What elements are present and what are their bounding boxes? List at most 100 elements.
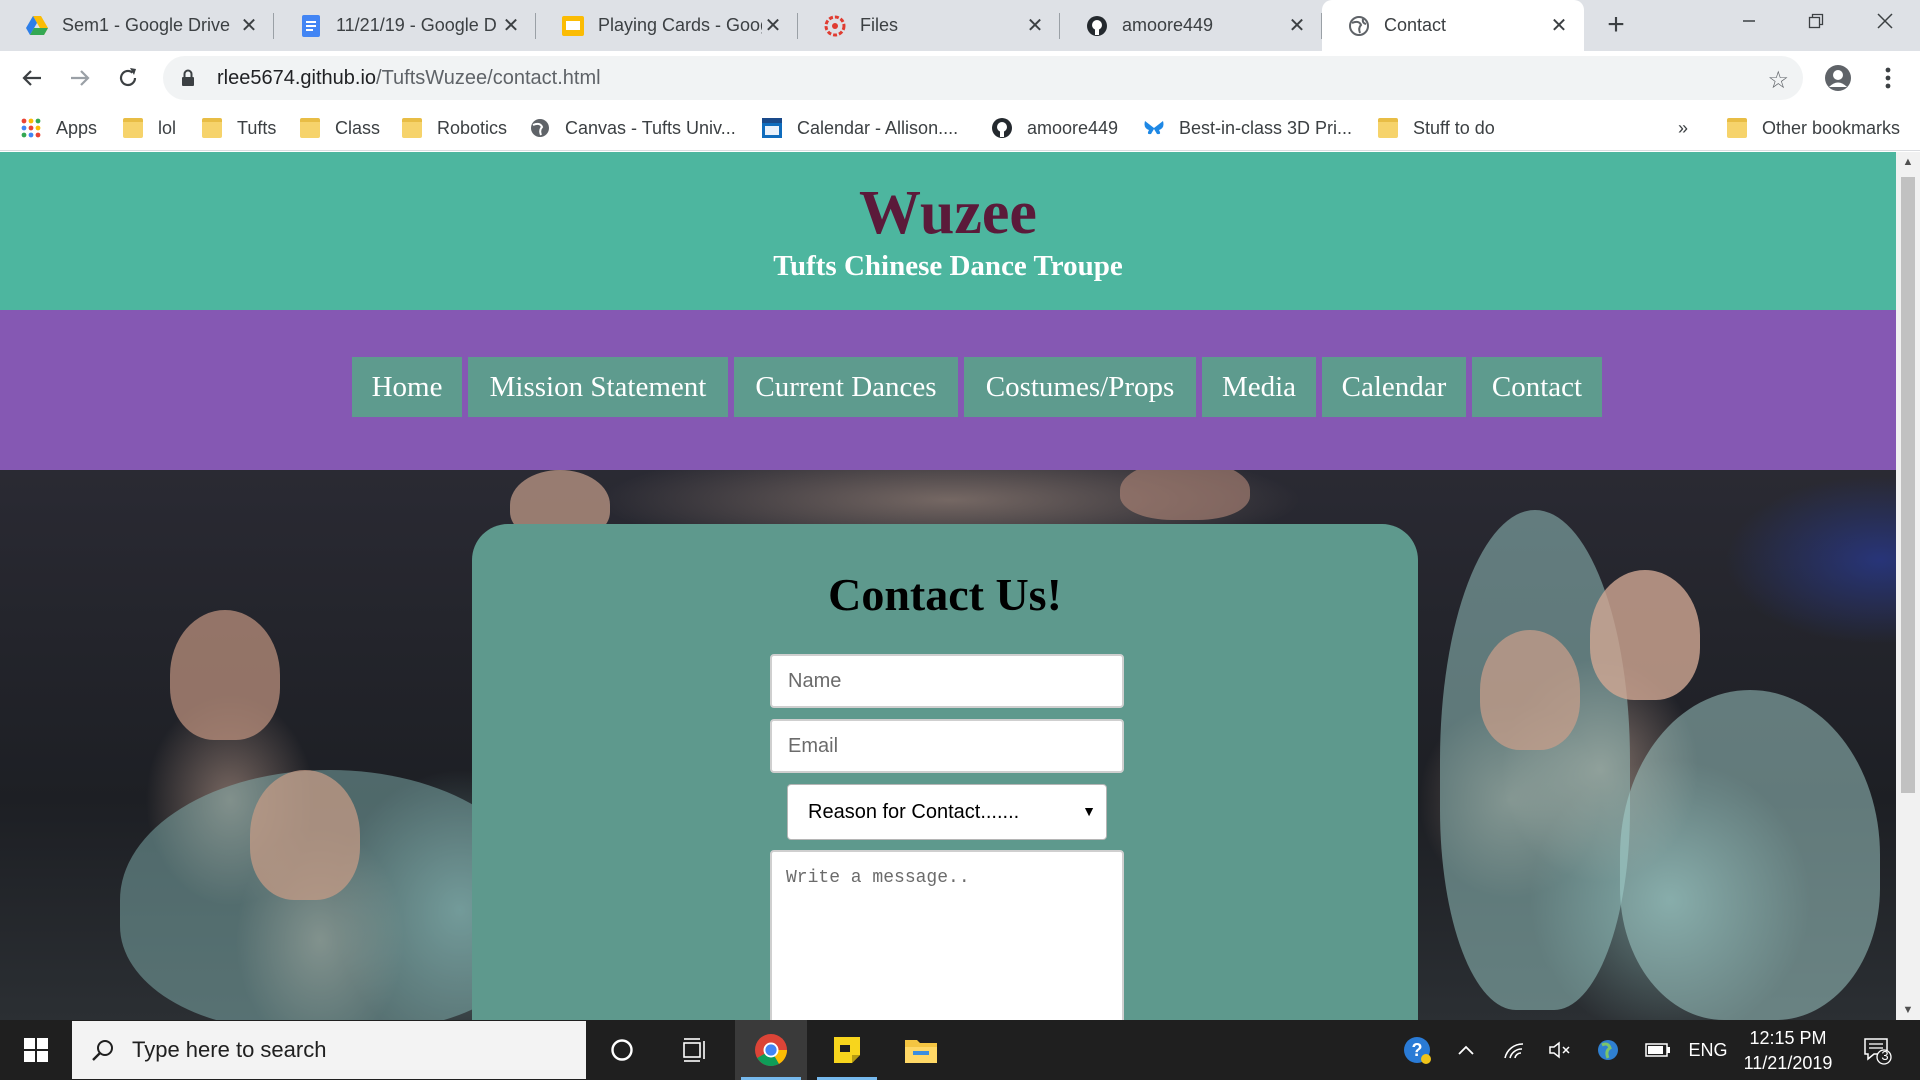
dancer-figure [1590, 570, 1700, 700]
calendar-icon [761, 117, 783, 139]
taskbar-search-box[interactable]: Type here to search [72, 1021, 586, 1079]
bookmark-label: Stuff to do [1413, 117, 1495, 138]
scroll-up-arrow-icon[interactable]: ▲ [1896, 152, 1920, 172]
chrome-taskbar-icon[interactable] [735, 1020, 807, 1080]
help-tray-icon[interactable]: ? [1396, 1020, 1438, 1080]
wifi-icon[interactable] [1494, 1020, 1534, 1080]
files-icon [824, 15, 846, 37]
tab-title: Playing Cards - Goog [598, 15, 762, 35]
nav-media[interactable]: Media [1202, 357, 1316, 417]
nav-current-dances[interactable]: Current Dances [734, 357, 958, 417]
bookmark-folder-lol[interactable]: lol [122, 105, 176, 151]
close-icon[interactable]: ✕ [1024, 13, 1046, 38]
other-bookmarks[interactable]: Other bookmarks [1726, 105, 1900, 151]
tab-github[interactable]: amoore449 ✕ [1060, 0, 1322, 51]
dancer-figure [1480, 630, 1580, 750]
windows-start-icon[interactable] [0, 1020, 72, 1080]
tab-title: Contact [1384, 15, 1447, 35]
reload-icon[interactable] [110, 60, 146, 96]
search-icon [92, 1039, 114, 1061]
close-icon[interactable]: ✕ [1286, 13, 1308, 38]
volume-muted-icon[interactable] [1540, 1020, 1580, 1080]
bookmarks-bar: Apps lol Tufts Class Robotics Canvas - T… [0, 105, 1920, 151]
page-scrollbar[interactable]: ▲ ▼ [1896, 152, 1920, 1020]
bookmark-folder-tufts[interactable]: Tufts [201, 105, 276, 151]
task-view-icon[interactable] [659, 1020, 731, 1080]
reason-select[interactable]: Reason for Contact....... ▼ [787, 784, 1107, 840]
back-icon[interactable] [14, 60, 50, 96]
notifications-icon[interactable]: 3 [1852, 1020, 1902, 1080]
folder-icon [122, 117, 144, 139]
profile-avatar-icon[interactable] [1820, 60, 1856, 96]
web-page: Wuzee Tufts Chinese Dance Troupe Home Mi… [0, 152, 1896, 1020]
minimize-button[interactable] [1716, 0, 1782, 42]
scroll-thumb[interactable] [1901, 177, 1915, 793]
nav-calendar[interactable]: Calendar [1322, 357, 1466, 417]
bookmark-label: lol [158, 117, 177, 138]
bookmark-label: Tufts [237, 117, 277, 138]
close-window-button[interactable] [1852, 0, 1918, 42]
bookmark-3d-printing[interactable]: Best-in-class 3D Pri... [1143, 105, 1352, 151]
bookmarks-overflow-button[interactable]: » [1678, 105, 1688, 151]
tab-google-docs[interactable]: 11/21/19 - Google D ✕ [274, 0, 536, 51]
taskbar-clock[interactable]: 12:15 PM 11/21/2019 [1728, 1026, 1848, 1076]
site-tagline: Tufts Chinese Dance Troupe [773, 250, 1123, 282]
dancer-figure [250, 770, 360, 900]
github-icon [1086, 15, 1108, 37]
network-globe-icon[interactable] [1588, 1020, 1628, 1080]
url-path: /TuftsWuzee/contact.html [376, 66, 601, 89]
notification-count-badge: 3 [1881, 1048, 1889, 1063]
url-text: rlee5674.github.io/TuftsWuzee/contact.ht… [217, 67, 601, 90]
folder-icon [299, 117, 321, 139]
site-logo-title[interactable]: Wuzee [0, 178, 1896, 249]
email-input[interactable]: Email [770, 719, 1124, 773]
tab-google-drive[interactable]: Sem1 - Google Drive ✕ [0, 0, 274, 51]
github-icon [991, 117, 1013, 139]
nav-mission-statement[interactable]: Mission Statement [468, 357, 728, 417]
tab-title: amoore449 [1122, 15, 1214, 35]
bookmark-folder-stuff-to-do[interactable]: Stuff to do [1377, 105, 1495, 151]
address-bar[interactable]: rlee5674.github.io/TuftsWuzee/contact.ht… [163, 56, 1803, 100]
windows-taskbar: Type here to search ? ENG 12:15 PM 11/21… [0, 1020, 1920, 1080]
close-icon[interactable]: ✕ [238, 13, 260, 38]
sticky-notes-icon[interactable] [811, 1020, 883, 1080]
cortana-icon[interactable] [586, 1020, 658, 1080]
bookmark-label: Other bookmarks [1762, 117, 1901, 138]
bookmark-star-icon[interactable]: ☆ [1767, 66, 1789, 95]
name-input[interactable]: Name [770, 654, 1124, 708]
dancer-figure [1440, 510, 1630, 1010]
clock-date: 11/21/2019 [1743, 1053, 1833, 1073]
google-drive-icon [26, 15, 48, 37]
close-icon[interactable]: ✕ [500, 13, 522, 38]
chevron-up-icon[interactable] [1446, 1020, 1486, 1080]
scroll-down-arrow-icon[interactable]: ▼ [1896, 1000, 1920, 1020]
restore-button[interactable] [1783, 0, 1849, 42]
message-textarea[interactable]: Write a message.. [770, 850, 1124, 1020]
bookmark-label: Calendar - Allison.... [797, 117, 959, 138]
bookmark-canvas[interactable]: Canvas - Tufts Univ... [529, 105, 736, 151]
nav-home[interactable]: Home [352, 357, 462, 417]
tab-google-slides[interactable]: Playing Cards - Goog ✕ [536, 0, 798, 51]
new-tab-button[interactable]: + [1598, 8, 1634, 44]
bookmark-folder-class[interactable]: Class [299, 105, 380, 151]
forward-icon[interactable] [62, 60, 98, 96]
close-icon[interactable]: ✕ [1548, 13, 1570, 38]
nav-costumes-props[interactable]: Costumes/Props [964, 357, 1196, 417]
tab-files[interactable]: Files ✕ [798, 0, 1060, 51]
bookmark-folder-robotics[interactable]: Robotics [401, 105, 507, 151]
dancer-figure [1120, 470, 1250, 520]
dancer-figure [1620, 690, 1880, 1020]
clock-time: 12:15 PM [1749, 1028, 1827, 1048]
battery-icon[interactable] [1636, 1020, 1680, 1080]
tab-contact[interactable]: Contact ✕ [1322, 0, 1584, 51]
tab-title: 11/21/19 - Google D [336, 15, 497, 35]
bookmark-calendar[interactable]: Calendar - Allison.... [761, 105, 958, 151]
chrome-menu-icon[interactable] [1870, 60, 1906, 96]
bookmark-github[interactable]: amoore449 [991, 105, 1118, 151]
contact-card: Contact Us! Name Email Reason for Contac… [472, 524, 1418, 1020]
bookmark-apps[interactable]: Apps [20, 105, 97, 151]
nav-contact[interactable]: Contact [1472, 357, 1602, 417]
file-explorer-icon[interactable] [885, 1020, 957, 1080]
bookmark-label: Robotics [437, 117, 508, 138]
close-icon[interactable]: ✕ [762, 13, 784, 38]
